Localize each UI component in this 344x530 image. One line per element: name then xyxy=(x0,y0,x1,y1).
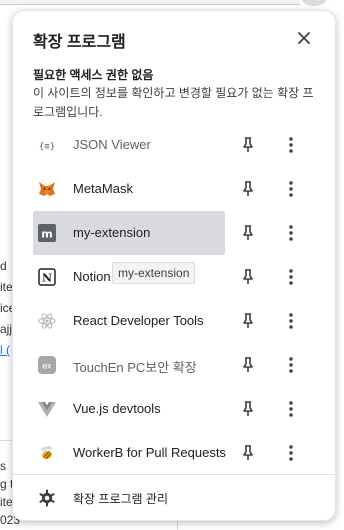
svg-text:{≡}: {≡} xyxy=(39,142,55,152)
more-options-icon[interactable] xyxy=(281,399,301,419)
react-icon xyxy=(38,313,56,329)
access-heading: 필요한 액세스 권한 없음 xyxy=(33,68,154,82)
extension-row-json-viewer[interactable]: {≡} JSON Viewer xyxy=(33,123,325,167)
extension-row-metamask[interactable]: MetaMask xyxy=(33,167,325,211)
extension-name: TouchEn PC보안 확장 xyxy=(73,360,197,375)
extension-row-workerb[interactable]: WorkerB for Pull Requests xyxy=(33,431,325,475)
pin-icon[interactable] xyxy=(238,355,258,375)
extension-name: React Developer Tools xyxy=(73,313,204,328)
extension-name: JSON Viewer xyxy=(73,137,151,152)
extension-name: Vue.js devtools xyxy=(73,401,161,416)
metamask-fox-icon xyxy=(39,182,55,196)
pin-icon[interactable] xyxy=(238,311,258,331)
pin-icon[interactable] xyxy=(238,443,258,463)
touchen-icon: ex xyxy=(38,356,56,374)
browser-toolbar-edge xyxy=(0,0,300,5)
extension-name: my-extension xyxy=(73,225,151,240)
gear-icon xyxy=(39,489,55,507)
pin-icon[interactable] xyxy=(238,135,258,155)
more-options-icon[interactable] xyxy=(281,267,301,287)
pin-icon[interactable] xyxy=(238,179,258,199)
json-viewer-icon: {≡} xyxy=(39,142,55,152)
workerb-bee-icon xyxy=(41,445,52,460)
more-options-icon[interactable] xyxy=(281,223,301,243)
extension-name: MetaMask xyxy=(73,181,133,196)
manage-extensions-label: 확장 프로그램 관리 xyxy=(73,492,168,506)
manage-extensions-button[interactable]: 확장 프로그램 관리 xyxy=(33,485,325,513)
extension-row-touchen[interactable]: ex TouchEn PC보안 확장 xyxy=(33,343,325,387)
extension-tooltip: my-extension xyxy=(112,262,196,284)
letter-m-icon: m xyxy=(38,224,56,242)
svg-text:ex: ex xyxy=(42,362,52,371)
pin-icon[interactable] xyxy=(238,267,258,287)
svg-text:N: N xyxy=(42,272,52,285)
toolbar-button-edge xyxy=(300,0,328,6)
notion-icon: N xyxy=(38,268,56,286)
more-options-icon[interactable] xyxy=(281,135,301,155)
access-description: 이 사이트의 정보를 확인하고 변경할 필요가 없는 확장 프로그램입니다. xyxy=(33,86,314,119)
close-icon[interactable] xyxy=(293,27,315,49)
more-options-icon[interactable] xyxy=(281,355,301,375)
more-options-icon[interactable] xyxy=(281,443,301,463)
more-options-icon[interactable] xyxy=(281,179,301,199)
pin-icon[interactable] xyxy=(238,223,258,243)
popup-title: 확장 프로그램 xyxy=(33,34,126,51)
extension-row-my-extension[interactable]: m my-extension xyxy=(33,211,325,255)
more-options-icon[interactable] xyxy=(281,311,301,331)
footer-divider xyxy=(13,474,335,475)
svg-text:m: m xyxy=(41,228,52,241)
extension-row-vuejs-devtools[interactable]: Vue.js devtools xyxy=(33,387,325,431)
extension-row-react-developer-tools[interactable]: React Developer Tools xyxy=(33,299,325,343)
extension-name: WorkerB for Pull Requests xyxy=(73,445,226,460)
vue-icon xyxy=(38,402,56,417)
extensions-popup: 확장 프로그램 필요한 액세스 권한 없음 이 사이트의 정보를 확인하고 변경… xyxy=(12,10,336,521)
pin-icon[interactable] xyxy=(238,399,258,419)
